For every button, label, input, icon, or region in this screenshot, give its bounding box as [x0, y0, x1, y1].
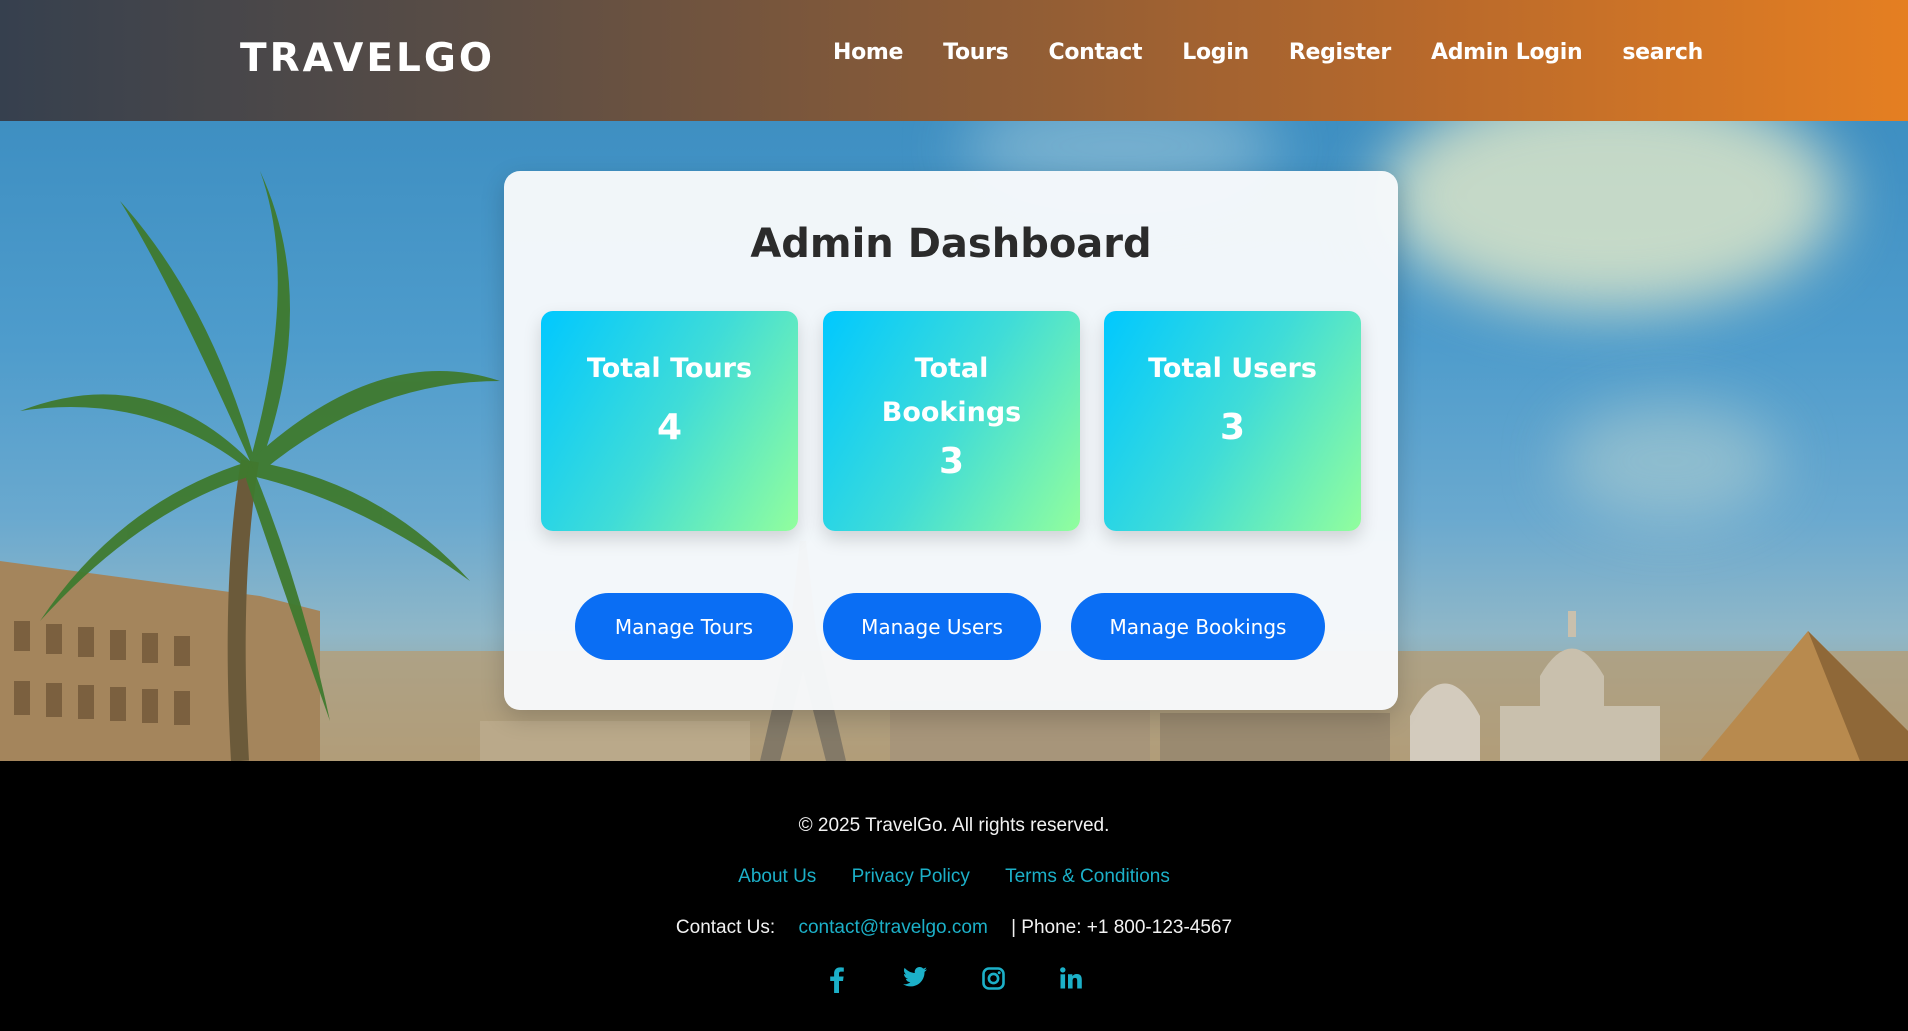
stat-label: Total Users — [1148, 353, 1317, 384]
manage-bookings-button[interactable]: Manage Bookings — [1071, 593, 1325, 660]
contact-label: Contact Us: — [675, 917, 776, 938]
nav-contact[interactable]: Contact — [1048, 40, 1142, 65]
linkedin-icon[interactable] — [1032, 967, 1110, 993]
main-nav: Home Tours Contact Login Register Admin … — [833, 40, 1743, 65]
manage-users-button[interactable]: Manage Users — [823, 593, 1041, 660]
copyright-text: © 2025 TravelGo. All rights reserved. — [798, 815, 1110, 836]
stat-label: Total Bookings — [881, 353, 1022, 428]
stat-card-total-tours: Total Tours 4 — [541, 311, 798, 531]
nav-search[interactable]: search — [1622, 40, 1703, 65]
footer-link-privacy[interactable]: Privacy Policy — [852, 866, 970, 887]
footer-link-about[interactable]: About Us — [738, 866, 816, 887]
nav-home[interactable]: Home — [833, 40, 903, 65]
site-logo[interactable]: TRAVELGO — [240, 36, 495, 81]
cloud-glow — [1380, 121, 1840, 311]
contact-phone: | Phone: +1 800-123-4567 — [1011, 917, 1233, 938]
footer-link-terms[interactable]: Terms & Conditions — [1005, 866, 1170, 887]
nav-tours[interactable]: Tours — [943, 40, 1009, 65]
stat-card-total-users: Total Users 3 — [1104, 311, 1361, 531]
facebook-icon[interactable] — [798, 967, 876, 993]
palm-tree-illustration — [20, 171, 500, 761]
instagram-icon[interactable] — [954, 967, 1032, 993]
page-title: Admin Dashboard — [750, 221, 1152, 267]
footer-links: About Us Privacy Policy Terms & Conditio… — [0, 866, 1908, 888]
stat-card-total-bookings: Total Bookings 3 — [823, 311, 1080, 531]
nav-admin-login[interactable]: Admin Login — [1431, 40, 1583, 65]
contact-email-link[interactable]: contact@travelgo.com — [798, 917, 987, 938]
site-footer: © 2025 TravelGo. All rights reserved. Ab… — [0, 761, 1908, 1031]
social-links — [0, 967, 1908, 993]
manage-tours-button[interactable]: Manage Tours — [575, 593, 793, 660]
contact-line: Contact Us: contact@travelgo.com | Phone… — [0, 917, 1908, 939]
twitter-icon[interactable] — [876, 967, 954, 993]
admin-dashboard-card: Admin Dashboard Total Tours 4 Total Book… — [504, 171, 1398, 710]
stat-value: 4 — [656, 407, 683, 448]
nav-login[interactable]: Login — [1182, 40, 1249, 65]
top-header: TRAVELGO Home Tours Contact Login Regist… — [0, 0, 1908, 121]
nav-register[interactable]: Register — [1289, 40, 1391, 65]
stat-value: 3 — [1219, 407, 1246, 448]
stat-label: Total Tours — [586, 353, 753, 384]
stat-value: 3 — [938, 441, 965, 482]
